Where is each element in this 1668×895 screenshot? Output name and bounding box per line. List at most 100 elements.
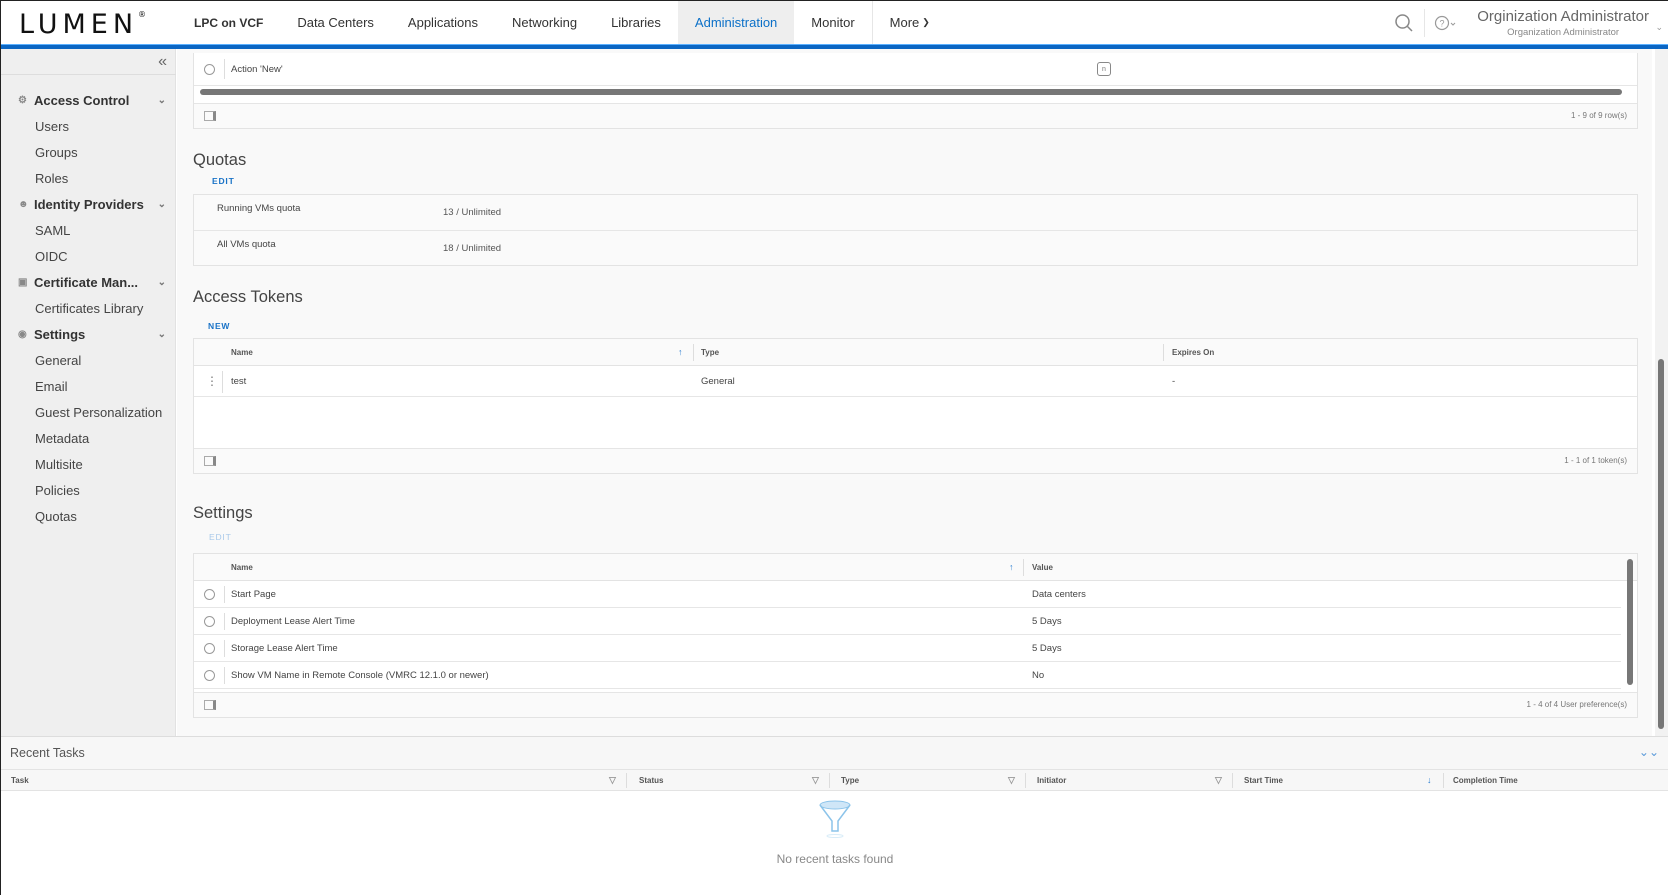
sidebar-item-users[interactable]: Users bbox=[1, 113, 176, 139]
sort-descending-icon[interactable]: ↓ bbox=[1427, 775, 1432, 785]
sidebar-group-label: Access Control bbox=[34, 92, 130, 108]
horizontal-scrollbar[interactable] bbox=[200, 89, 1622, 95]
row-radio[interactable] bbox=[204, 669, 215, 681]
row-count: 1 - 9 of 9 row(s) bbox=[1570, 111, 1627, 120]
sidebar-item-groups[interactable]: Groups bbox=[1, 139, 176, 165]
divider bbox=[224, 640, 225, 657]
column-header-initiator[interactable]: Initiator bbox=[1037, 770, 1066, 791]
row-radio[interactable] bbox=[204, 615, 215, 627]
row-radio[interactable] bbox=[204, 63, 215, 75]
column-toggle-icon[interactable] bbox=[204, 456, 216, 466]
nav-libraries[interactable]: Libraries bbox=[594, 1, 678, 44]
sidebar-item-oidc[interactable]: OIDC bbox=[1, 243, 176, 269]
quotas-table: Running VMs quota 13 / Unlimited All VMs… bbox=[193, 194, 1638, 266]
lumen-logo[interactable]: LUMEN® bbox=[19, 9, 146, 40]
nav-more[interactable]: More ❯ bbox=[871, 1, 947, 44]
settings-edit-button[interactable]: EDIT bbox=[209, 532, 232, 542]
user-menu[interactable]: Orginization Administrator Organization … bbox=[1465, 8, 1668, 38]
collapse-tasks-button[interactable]: ⌄⌄ bbox=[1639, 745, 1659, 759]
page-scrollbar-thumb[interactable] bbox=[1658, 359, 1664, 729]
row-radio[interactable] bbox=[204, 588, 215, 600]
divider bbox=[1, 74, 176, 75]
nav-applications[interactable]: Applications bbox=[391, 1, 495, 44]
sidebar-item-roles[interactable]: Roles bbox=[1, 165, 176, 191]
grid-footer: 1 - 4 of 4 User preference(s) bbox=[194, 692, 1637, 717]
chevron-down-icon: ❯ bbox=[922, 17, 930, 27]
sidebar-item-guest-personalization[interactable]: Guest Personalization bbox=[1, 399, 176, 425]
quota-row: All VMs quota 18 / Unlimited bbox=[194, 231, 1637, 267]
user-name: Orginization Administrator bbox=[1477, 7, 1649, 25]
column-header-name[interactable]: Name bbox=[231, 339, 253, 365]
nav-monitor[interactable]: Monitor bbox=[794, 1, 871, 44]
divider bbox=[1163, 344, 1164, 361]
sidebar-item-general[interactable]: General bbox=[1, 347, 176, 373]
sidebar-item-email[interactable]: Email bbox=[1, 373, 176, 399]
filter-icon[interactable]: ▽ bbox=[812, 775, 819, 786]
column-header-value[interactable]: Value bbox=[1032, 554, 1053, 580]
column-header-type[interactable]: Type bbox=[841, 770, 859, 791]
users-icon: ⚙ bbox=[18, 94, 27, 106]
nav-networking[interactable]: Networking bbox=[495, 1, 594, 44]
column-header-completion-time[interactable]: Completion Time bbox=[1453, 770, 1518, 791]
column-header-type[interactable]: Type bbox=[701, 339, 719, 365]
column-header-expires-on[interactable]: Expires On bbox=[1172, 339, 1214, 365]
table-row: Storage Lease Alert Time 5 Days bbox=[194, 635, 1621, 662]
grid-footer: 1 - 9 of 9 row(s) bbox=[194, 103, 1637, 128]
nav-data-centers[interactable]: Data Centers bbox=[280, 1, 391, 44]
sidebar-group-access-control[interactable]: ⚙ Access Control ⌄ bbox=[1, 87, 176, 113]
settings-vertical-scrollbar[interactable] bbox=[1627, 559, 1633, 685]
collapse-sidebar-button[interactable]: « bbox=[158, 53, 167, 71]
main-content: Action 'New' n 1 - 9 of 9 row(s) Quotas … bbox=[177, 49, 1652, 736]
top-right-controls: ? Orginization Administrator Organizatio… bbox=[1384, 1, 1668, 44]
quotas-edit-button[interactable]: EDIT bbox=[212, 176, 235, 186]
divider bbox=[1025, 773, 1026, 788]
rights-grid: Action 'New' n 1 - 9 of 9 row(s) bbox=[193, 53, 1638, 129]
grid-footer: 1 - 1 of 1 token(s) bbox=[194, 448, 1637, 473]
settings-grid: Name ↑ Value Start Page Data centers Dep… bbox=[193, 553, 1638, 718]
column-header-status[interactable]: Status bbox=[639, 770, 663, 791]
sort-ascending-icon[interactable]: ↑ bbox=[678, 339, 683, 365]
new-token-button[interactable]: NEW bbox=[208, 321, 230, 331]
preference-count: 1 - 4 of 4 User preference(s) bbox=[1526, 700, 1627, 709]
sidebar-group-certificate-management[interactable]: ▣ Certificate Man... ⌄ bbox=[1, 269, 176, 295]
empty-state: No recent tasks found bbox=[1, 799, 1668, 866]
divider bbox=[1232, 773, 1233, 788]
filter-icon[interactable]: ▽ bbox=[609, 775, 616, 786]
tokens-grid: Name ↑ Type Expires On ⋮ test General - … bbox=[193, 338, 1638, 474]
page-scrollbar[interactable] bbox=[1655, 49, 1668, 736]
sidebar-item-quotas[interactable]: Quotas bbox=[1, 503, 176, 529]
sidebar-group-settings[interactable]: ◉ Settings ⌄ bbox=[1, 321, 176, 347]
sidebar-item-saml[interactable]: SAML bbox=[1, 217, 176, 243]
filter-icon[interactable]: ▽ bbox=[1008, 775, 1015, 786]
row-radio[interactable] bbox=[204, 642, 215, 654]
setting-value: 5 Days bbox=[1032, 642, 1062, 654]
table-row: Show VM Name in Remote Console (VMRC 12.… bbox=[194, 662, 1621, 689]
double-chevron-left-icon: « bbox=[158, 53, 167, 70]
sidebar-group-identity-providers[interactable]: ☻ Identity Providers ⌄ bbox=[1, 191, 176, 217]
sidebar-item-multisite[interactable]: Multisite bbox=[1, 451, 176, 477]
sidebar: « ⚙ Access Control ⌄ Users Groups Roles … bbox=[1, 49, 176, 736]
identity-icon: ☻ bbox=[18, 198, 29, 210]
sort-ascending-icon[interactable]: ↑ bbox=[1009, 554, 1014, 580]
nav-administration[interactable]: Administration bbox=[677, 1, 795, 44]
sidebar-group-label: Settings bbox=[34, 326, 86, 342]
checkbox-icon[interactable]: n bbox=[1097, 62, 1111, 76]
nav-brand[interactable]: LPC on VCF bbox=[179, 1, 280, 44]
kebab-menu-icon[interactable]: ⋮ bbox=[206, 366, 218, 396]
search-icon bbox=[1395, 13, 1413, 32]
column-header-name[interactable]: Name bbox=[231, 554, 253, 580]
column-header-start-time[interactable]: Start Time bbox=[1244, 770, 1283, 791]
column-toggle-icon[interactable] bbox=[204, 111, 216, 121]
column-header-task[interactable]: Task bbox=[11, 770, 29, 791]
sidebar-item-metadata[interactable]: Metadata bbox=[1, 425, 176, 451]
recent-tasks-header: Recent Tasks ⌄⌄ bbox=[1, 737, 1668, 770]
sidebar-item-certificates-library[interactable]: Certificates Library bbox=[1, 295, 176, 321]
divider bbox=[224, 59, 225, 79]
setting-value: 5 Days bbox=[1032, 615, 1062, 627]
search-button[interactable] bbox=[1384, 1, 1424, 44]
chevron-down-icon: ⌄ bbox=[157, 95, 166, 106]
filter-icon[interactable]: ▽ bbox=[1215, 775, 1222, 786]
column-toggle-icon[interactable] bbox=[204, 700, 216, 710]
help-button[interactable]: ? bbox=[1425, 1, 1465, 44]
sidebar-item-policies[interactable]: Policies bbox=[1, 477, 176, 503]
